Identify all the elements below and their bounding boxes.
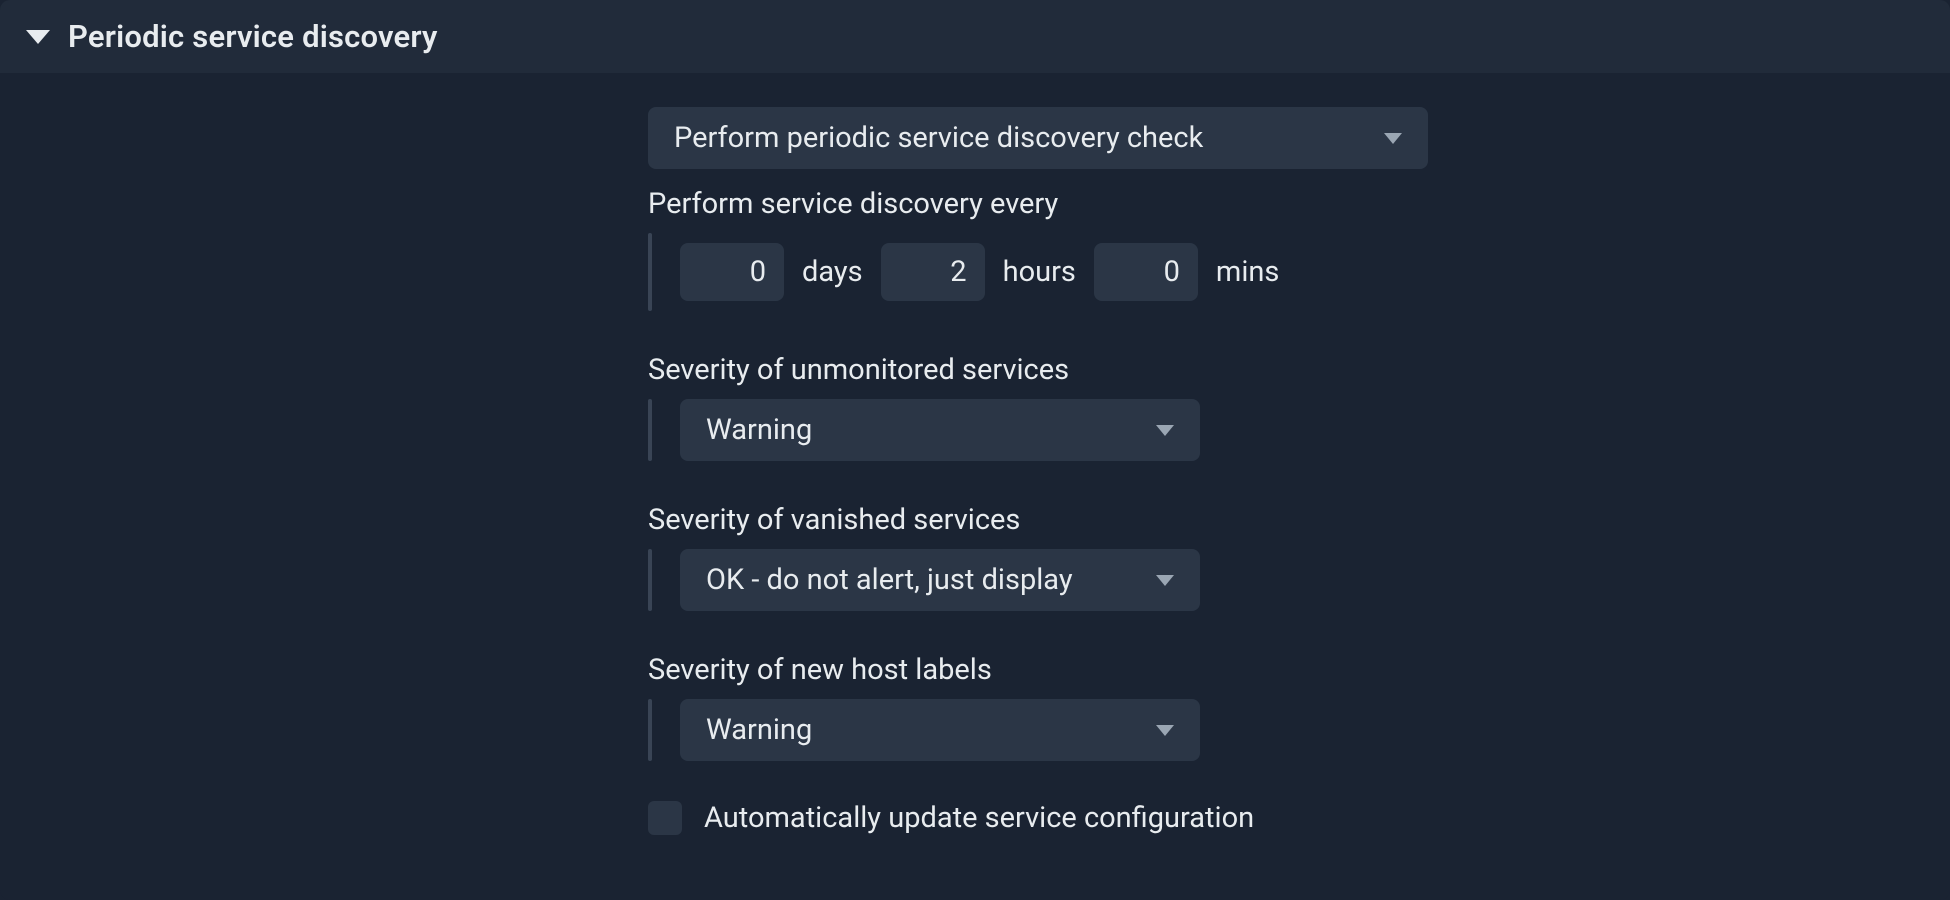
auto-update-label: Automatically update service configurati… xyxy=(704,801,1254,835)
severity-unmonitored-select[interactable]: Warning xyxy=(680,399,1200,461)
chevron-down-icon xyxy=(1156,425,1174,436)
panel-header[interactable]: Periodic service discovery xyxy=(0,0,1950,73)
severity-new-host-labels-value: Warning xyxy=(706,713,812,747)
interval-mins-input[interactable] xyxy=(1094,243,1198,301)
severity-vanished-value: OK - do not alert, just display xyxy=(706,563,1073,597)
panel-left-spacer xyxy=(0,107,648,835)
indent-bar xyxy=(648,549,652,611)
days-unit-label: days xyxy=(802,255,863,289)
collapse-icon xyxy=(26,30,50,44)
auto-update-row: Automatically update service configurati… xyxy=(648,801,1950,835)
mins-unit-label: mins xyxy=(1216,255,1279,289)
interval-hours-input[interactable] xyxy=(881,243,985,301)
interval-days-input[interactable] xyxy=(680,243,784,301)
chevron-down-icon xyxy=(1156,725,1174,736)
chevron-down-icon xyxy=(1384,133,1402,144)
periodic-service-discovery-panel: Periodic service discovery Perform perio… xyxy=(0,0,1950,900)
discovery-mode-value: Perform periodic service discovery check xyxy=(674,121,1203,155)
panel-content: Perform periodic service discovery check… xyxy=(648,107,1950,835)
severity-vanished-label: Severity of vanished services xyxy=(648,503,1950,537)
interval-inputs: days hours mins xyxy=(680,243,1279,301)
discovery-mode-select[interactable]: Perform periodic service discovery check xyxy=(648,107,1428,169)
severity-new-host-labels-label: Severity of new host labels xyxy=(648,653,1950,687)
indent-bar xyxy=(648,399,652,461)
indent-bar xyxy=(648,699,652,761)
severity-vanished-group: OK - do not alert, just display xyxy=(648,549,1950,611)
severity-unmonitored-value: Warning xyxy=(706,413,812,447)
severity-unmonitored-group: Warning xyxy=(648,399,1950,461)
severity-new-host-labels-group: Warning xyxy=(648,699,1950,761)
auto-update-checkbox[interactable] xyxy=(648,801,682,835)
panel-body: Perform periodic service discovery check… xyxy=(0,73,1950,835)
severity-unmonitored-label: Severity of unmonitored services xyxy=(648,353,1950,387)
severity-new-host-labels-select[interactable]: Warning xyxy=(680,699,1200,761)
interval-group: days hours mins xyxy=(648,233,1950,311)
panel-title: Periodic service discovery xyxy=(68,18,438,55)
severity-vanished-select[interactable]: OK - do not alert, just display xyxy=(680,549,1200,611)
chevron-down-icon xyxy=(1156,575,1174,586)
interval-label: Perform service discovery every xyxy=(648,187,1950,221)
indent-bar xyxy=(648,233,652,311)
hours-unit-label: hours xyxy=(1003,255,1076,289)
